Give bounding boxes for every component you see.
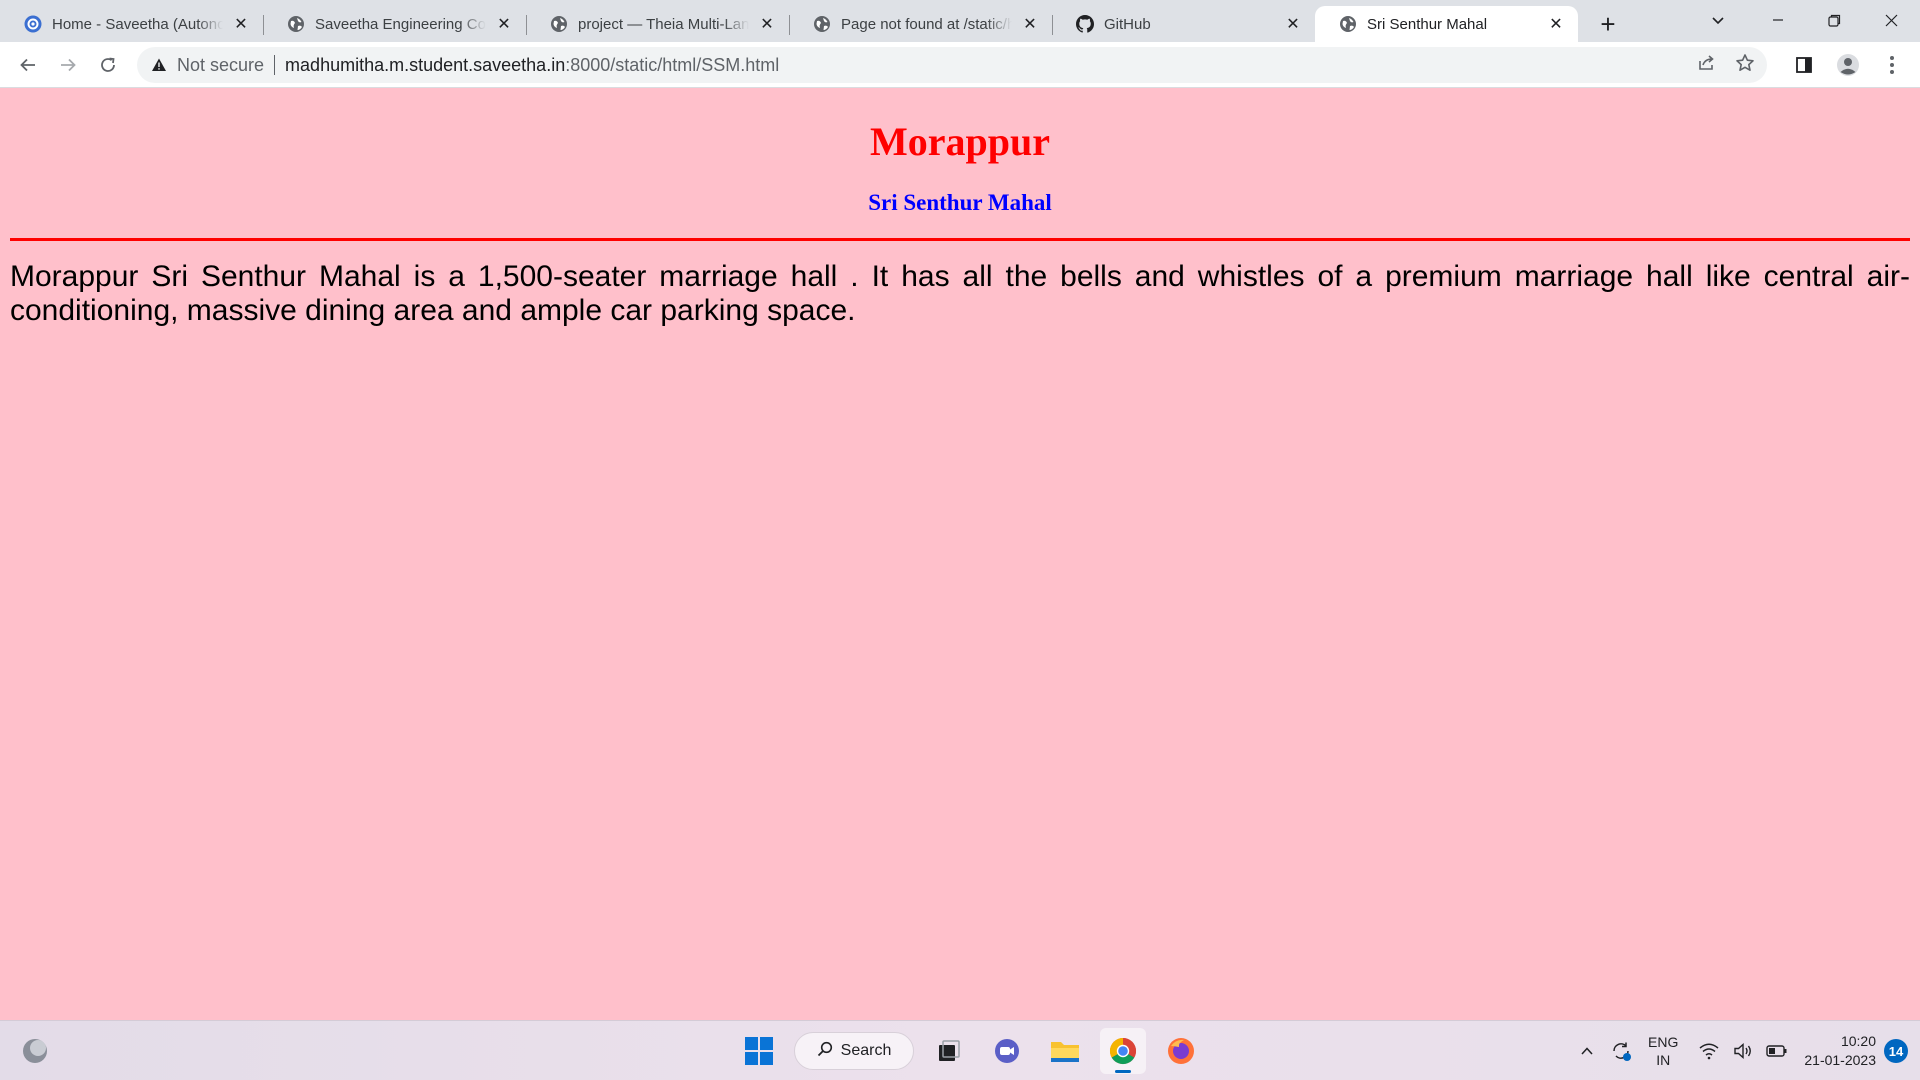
tab-sri-senthur-mahal[interactable]: Sri Senthur Mahal ✕ [1315,6,1578,42]
close-icon[interactable]: ✕ [1285,16,1301,33]
taskbar-search-button[interactable]: Search [794,1032,914,1070]
profile-avatar-icon[interactable] [1830,47,1866,83]
clock-time: 10:20 [1840,1033,1876,1049]
saveetha-icon [24,15,42,33]
battery-icon[interactable] [1762,1036,1792,1066]
close-icon[interactable]: ✕ [759,16,775,33]
reload-icon[interactable] [88,45,128,85]
page-subheading: Sri Senthur Mahal [868,190,1052,215]
weather-widget-icon[interactable] [20,1036,50,1066]
taskbar: Search ENG IN 10:20 21-01-2023 14 [0,1020,1920,1080]
windows-start-icon[interactable] [736,1028,782,1074]
search-label: Search [840,1042,892,1059]
more-menu-icon[interactable] [1874,47,1910,83]
tab-home-saveetha[interactable]: Home - Saveetha (Autonomous) ✕ [0,6,263,42]
new-tab-button[interactable]: + [1590,6,1626,42]
browser-toolbar: Not secure madhumitha.m.student.saveetha… [0,42,1920,88]
taskbar-apps: Search [736,1027,1204,1075]
github-icon [1076,15,1094,33]
tab-github[interactable]: GitHub ✕ [1052,6,1315,42]
search-icon [817,1041,833,1062]
globe-icon [1339,15,1357,33]
web-page: Morappur Sri Senthur Mahal Morappur Sri … [0,88,1920,1020]
notification-badge[interactable]: 14 [1884,1039,1908,1063]
description-paragraph: Morappur Sri Senthur Mahal is a 1,500-se… [10,260,1910,327]
tab-strip: Home - Saveetha (Autonomous) ✕ Saveetha … [0,0,1920,42]
taskbar-clock[interactable]: 10:20 21-01-2023 [1804,1032,1876,1070]
side-panel-icon[interactable] [1786,47,1822,83]
tab-title: GitHub [1104,15,1151,33]
region-code: IN [1656,1052,1671,1068]
sync-icon[interactable] [1606,1036,1636,1066]
url-text[interactable]: madhumitha.m.student.saveetha.in:8000/st… [285,55,779,76]
tab-saveetha-engineering[interactable]: Saveetha Engineering College ✕ [263,6,526,42]
globe-icon [287,15,305,33]
toolbar-actions [1786,45,1910,85]
bookmark-star-icon[interactable] [1735,53,1755,78]
tab-title: Home - Saveetha (Autonomous) [52,15,223,33]
firefox-icon[interactable] [1158,1028,1204,1074]
close-icon[interactable]: ✕ [1548,16,1564,33]
system-tray: ENG IN 10:20 21-01-2023 14 [1570,1021,1920,1081]
url-path: :8000/static/html/SSM.html [565,54,780,75]
restore-icon[interactable] [1806,0,1863,40]
teams-chat-icon[interactable] [984,1028,1030,1074]
forward-arrow-icon[interactable] [48,45,88,85]
chrome-icon[interactable] [1100,1028,1146,1074]
tab-title: Saveetha Engineering College [315,15,486,33]
page-heading: Morappur [870,119,1050,164]
address-bar[interactable]: Not secure madhumitha.m.student.saveetha… [137,47,1767,83]
close-window-icon[interactable] [1863,0,1920,40]
horizontal-rule [10,238,1910,241]
divider [274,55,276,75]
globe-icon [550,15,568,33]
clock-date: 21-01-2023 [1804,1052,1876,1068]
tab-title: project — Theia Multi-Language [578,15,749,33]
tab-title: Page not found at /static/html [841,15,1012,33]
security-status-label[interactable]: Not secure [177,55,264,76]
file-explorer-icon[interactable] [1042,1028,1088,1074]
close-icon[interactable]: ✕ [233,16,249,33]
tab-page-not-found[interactable]: Page not found at /static/html ✕ [789,6,1052,42]
minimize-icon[interactable] [1749,0,1806,40]
url-host: madhumitha.m.student.saveetha.in [285,54,566,75]
language-indicator[interactable]: ENG IN [1648,1033,1678,1069]
tab-project-theia[interactable]: project — Theia Multi-Language ✕ [526,6,789,42]
chevron-up-icon[interactable] [1572,1036,1602,1066]
warning-icon[interactable] [149,55,169,75]
globe-icon [813,15,831,33]
volume-icon[interactable] [1728,1036,1758,1066]
chevron-down-icon[interactable] [1698,0,1738,40]
back-arrow-icon[interactable] [8,45,48,85]
wifi-icon[interactable] [1694,1036,1724,1066]
window-controls [1749,0,1920,42]
tab-title: Sri Senthur Mahal [1367,15,1488,33]
share-icon[interactable] [1697,53,1717,78]
omnibox-actions [1697,47,1755,83]
close-icon[interactable]: ✕ [1022,16,1038,33]
close-icon[interactable]: ✕ [496,16,512,33]
language-code: ENG [1648,1034,1679,1050]
task-view-icon[interactable] [926,1028,972,1074]
